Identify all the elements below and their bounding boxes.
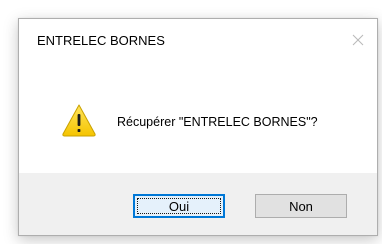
yes-button[interactable]: Oui xyxy=(133,194,225,218)
warning-icon xyxy=(62,104,96,137)
dialog-titlebar: ENTRELEC BORNES xyxy=(19,19,377,69)
message-dialog: ENTRELEC BORNES Récupérer "ENTRELEC BORN… xyxy=(18,18,378,236)
no-button[interactable]: Non xyxy=(255,194,347,218)
no-button-label: Non xyxy=(289,198,313,214)
close-button[interactable] xyxy=(345,27,371,53)
dialog-title: ENTRELEC BORNES xyxy=(37,33,165,48)
dialog-content: Récupérer "ENTRELEC BORNES"? xyxy=(19,69,377,173)
dialog-message: Récupérer "ENTRELEC BORNES"? xyxy=(117,115,318,129)
dialog-footer: Oui Non xyxy=(19,173,377,235)
yes-button-label: Oui xyxy=(168,198,190,214)
close-icon xyxy=(352,34,364,46)
